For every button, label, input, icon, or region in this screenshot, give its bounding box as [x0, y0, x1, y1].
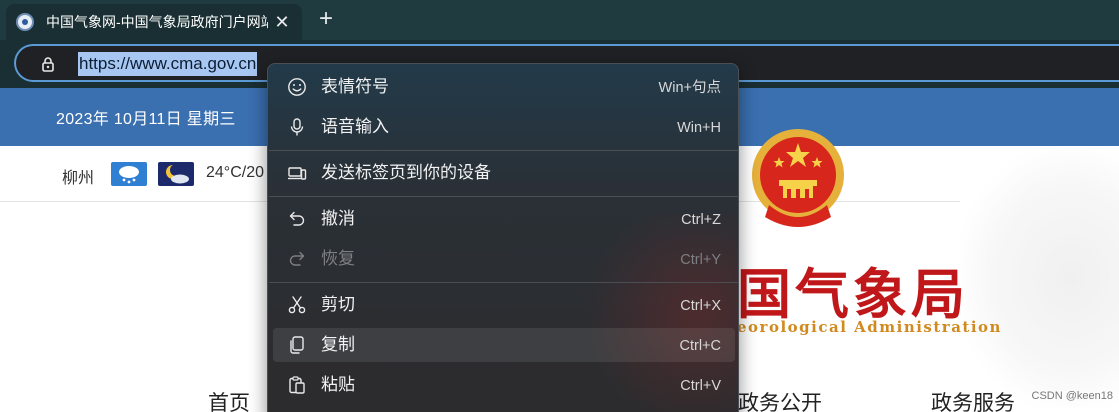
nav-government-affairs-open[interactable]: 政务公开 — [738, 387, 822, 412]
national-emblem-icon — [749, 125, 847, 235]
new-tab-button[interactable]: + — [313, 6, 339, 32]
tab-strip: 中国气象网-中国气象局政府门户网站 ✕ + — [0, 0, 1119, 40]
temperature-range: 24°C/20 — [206, 164, 264, 181]
undo-icon — [287, 209, 307, 229]
menu-item-label: 撤消 — [321, 209, 355, 228]
menu-item-label: 表情符号 — [321, 77, 389, 96]
menu-item-label: 粘贴 — [321, 375, 355, 394]
paste-icon — [287, 375, 307, 395]
menu-item-copy[interactable]: 复制 Ctrl+C — [273, 328, 735, 362]
site-favicon-icon — [16, 13, 34, 31]
url-text-selected[interactable]: https://www.cma.gov.cn — [78, 52, 258, 76]
menu-item-label: 剪切 — [321, 295, 355, 314]
menu-item-shortcut: Ctrl+Z — [681, 212, 721, 228]
site-subtitle-english: eorological Administration — [737, 318, 1002, 336]
current-date: 2023年 10月11日 星期三 — [56, 111, 236, 128]
menu-item-emoji[interactable]: 表情符号 Win+句点 — [273, 70, 735, 104]
menu-separator — [269, 150, 738, 151]
send-to-devices-icon — [287, 163, 307, 183]
menu-item-shortcut: Ctrl+C — [679, 338, 722, 354]
tab-close-icon[interactable]: ✕ — [272, 12, 292, 32]
menu-item-redo[interactable]: 恢复 Ctrl+Y — [273, 242, 735, 276]
microphone-icon — [287, 117, 307, 137]
menu-item-label: 恢复 — [321, 249, 355, 268]
menu-item-label: 复制 — [321, 335, 355, 354]
tab-title: 中国气象网-中国气象局政府门户网站 — [46, 14, 268, 30]
context-menu: 表情符号 Win+句点 语音输入 Win+H 发送标签页到你的设备 撤消 Ctr… — [267, 63, 739, 412]
emoji-icon — [287, 77, 307, 97]
menu-item-label: 语音输入 — [321, 117, 389, 136]
lock-icon[interactable] — [40, 56, 56, 72]
menu-item-undo[interactable]: 撤消 Ctrl+Z — [273, 202, 735, 236]
menu-item-shortcut: Ctrl+X — [680, 298, 721, 314]
menu-item-cut[interactable]: 剪切 Ctrl+X — [273, 288, 735, 322]
browser-tab-active[interactable]: 中国气象网-中国气象局政府门户网站 ✕ — [6, 4, 302, 40]
city-name[interactable]: 柳州 — [62, 164, 94, 188]
menu-item-label: 发送标签页到你的设备 — [321, 163, 491, 182]
scissors-icon — [287, 295, 307, 315]
menu-item-shortcut: Ctrl+Y — [680, 252, 721, 268]
rain-weather-icon — [111, 162, 147, 186]
menu-item-shortcut: Win+句点 — [658, 80, 721, 96]
copy-icon — [287, 335, 307, 355]
menu-item-shortcut: Win+H — [677, 120, 721, 136]
menu-item-shortcut: Ctrl+V — [680, 378, 721, 394]
night-cloudy-weather-icon — [158, 162, 194, 186]
nav-home[interactable]: 首页 — [208, 387, 250, 412]
menu-item-send-tab-to-devices[interactable]: 发送标签页到你的设备 — [273, 156, 735, 190]
nav-government-services[interactable]: 政务服务 — [931, 387, 1015, 412]
csdn-watermark: CSDN @keen18 — [1031, 390, 1113, 402]
background-map-decoration — [960, 148, 1119, 408]
menu-separator — [269, 196, 738, 197]
redo-icon — [287, 249, 307, 269]
menu-separator — [269, 282, 738, 283]
menu-item-voice-input[interactable]: 语音输入 Win+H — [273, 110, 735, 144]
menu-item-paste[interactable]: 粘贴 Ctrl+V — [273, 368, 735, 402]
